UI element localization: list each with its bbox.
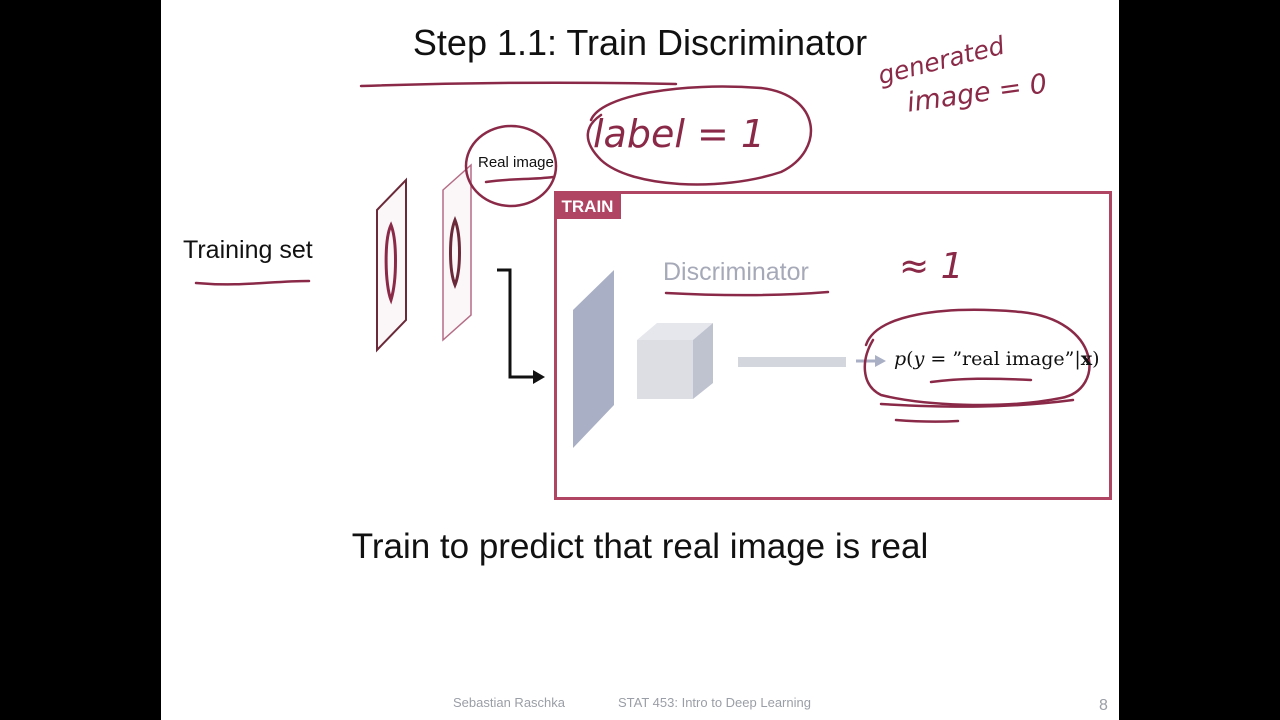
prob-close: ): [1092, 348, 1100, 370]
training-image-2: [442, 163, 472, 342]
real-image-label: Real image: [478, 154, 554, 171]
discriminator-label: Discriminator: [663, 258, 809, 286]
probability-expression: p(y = ”real image”|x): [894, 348, 1100, 370]
prob-open: (: [906, 348, 914, 370]
training-set-label: Training set: [183, 236, 313, 264]
annotation-label-equals-1: label = 1: [593, 112, 766, 156]
footer-author: Sebastian Raschka: [453, 695, 566, 710]
footer-course: STAT 453: Intro to Deep Learning: [618, 695, 811, 710]
prob-p: p: [894, 348, 907, 370]
prob-equals: = ”real image”|: [924, 348, 1081, 370]
prob-x: x: [1080, 348, 1093, 370]
annotation-approx-1: ≈ 1: [899, 246, 964, 287]
prob-y: y: [913, 348, 925, 370]
input-arrow: [497, 268, 533, 379]
training-image-1: [376, 177, 407, 353]
train-box: [554, 191, 1112, 500]
slide: Step 1.1: Train Discriminator Training s…: [161, 0, 1119, 720]
slide-caption: Train to predict that real image is real: [351, 527, 929, 566]
train-tag: TRAIN: [554, 194, 621, 219]
page-number: 8: [1099, 697, 1108, 714]
